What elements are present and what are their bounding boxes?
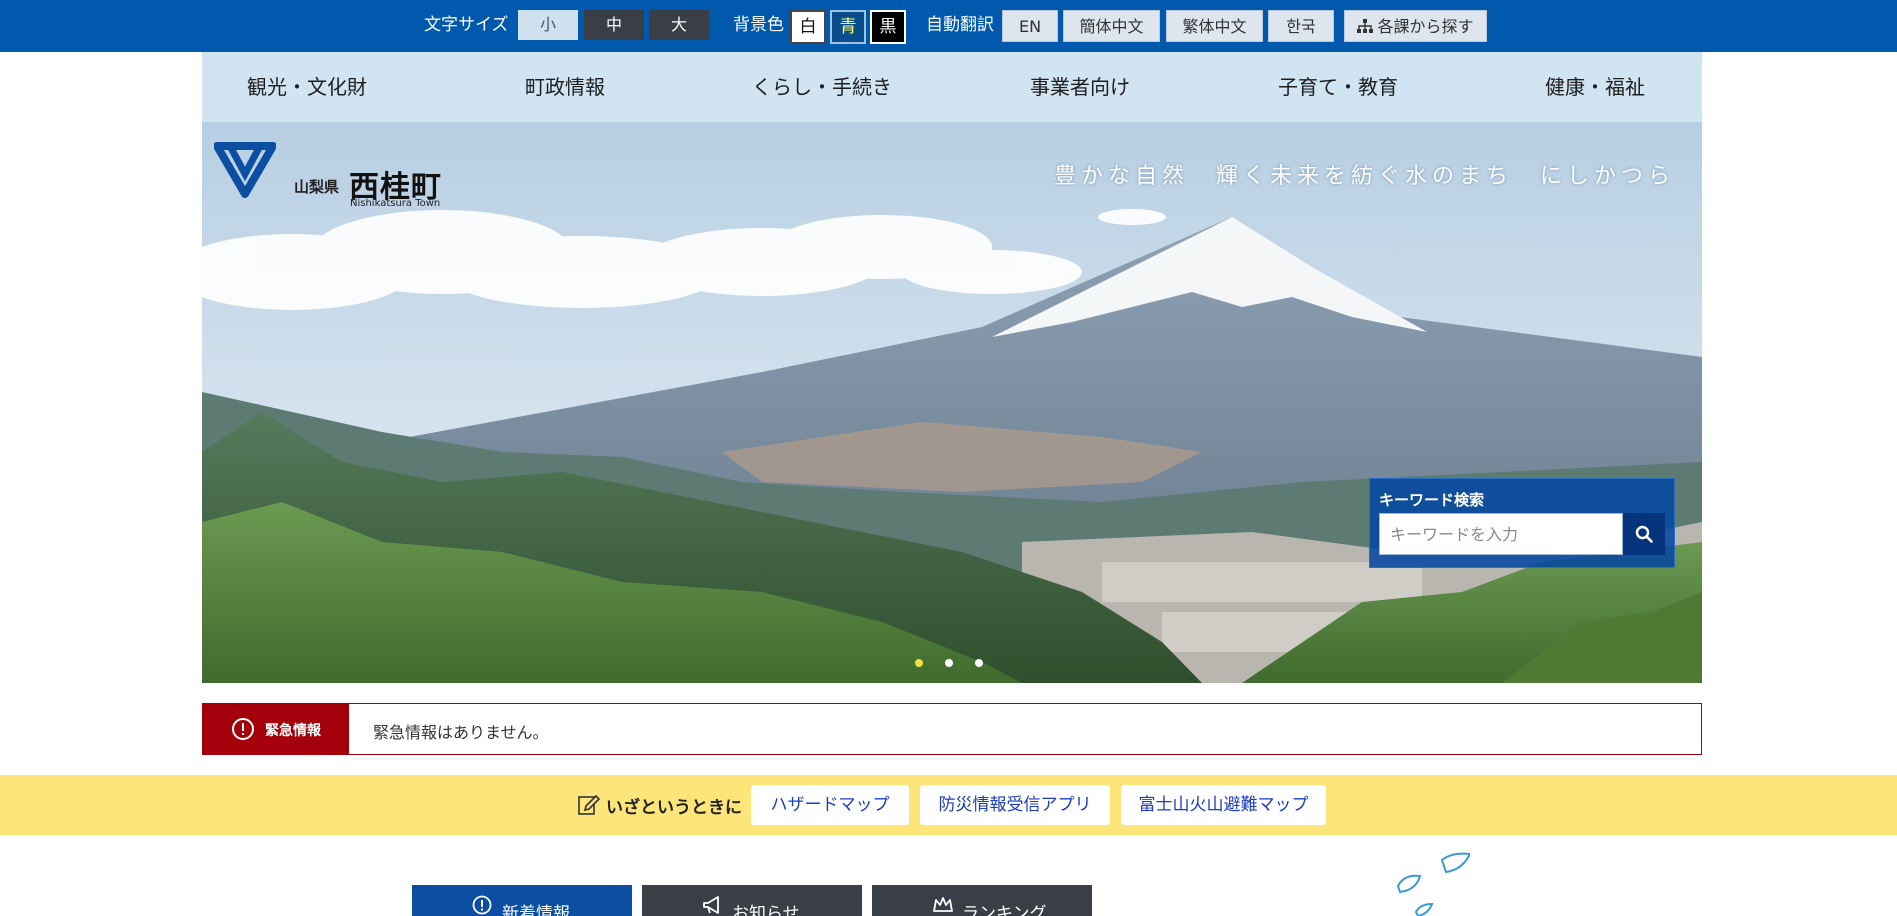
font-size-medium-button[interactable]: 中 — [584, 10, 644, 40]
hero-catchphrase: 豊かな自然 輝く未来を紡ぐ水のまち にしかつら — [1054, 164, 1676, 189]
disaster-lead-text: いざというときに — [606, 798, 742, 818]
emergency-label: 緊急情報 — [265, 723, 321, 739]
background-color-label: 背景色 — [733, 15, 784, 35]
logo-prefecture: 山梨県 — [294, 178, 340, 196]
tab-notices[interactable]: お知らせ — [642, 885, 862, 916]
slide-dot-3[interactable] — [975, 659, 983, 667]
find-by-section-label: 各課から探す — [1377, 17, 1474, 36]
alert-circle-icon — [231, 717, 255, 745]
water-drop-decoration-icon — [1396, 852, 1470, 916]
font-size-label: 文字サイズ — [424, 15, 509, 35]
megaphone-icon — [702, 895, 724, 916]
auto-translate-label: 自動翻訳 — [926, 15, 994, 35]
alert-circle-icon — [472, 895, 492, 916]
tab-label: 新着情報 — [502, 904, 570, 916]
find-by-section-button[interactable]: 各課から探す — [1344, 10, 1487, 42]
translate-korean-button[interactable]: 한국 — [1268, 10, 1334, 42]
hero-slider: 山梨県 西桂町 Nishikatsura Town 豊かな自然 輝く未来を紡ぐ水… — [202, 122, 1702, 683]
keyword-search-panel: キーワード検索 — [1369, 478, 1675, 568]
search-button[interactable] — [1623, 513, 1665, 555]
slide-dot-2[interactable] — [945, 659, 953, 667]
utility-bar: 文字サイズ 小 中 大 背景色 白 青 黒 自動翻訳 EN 簡体中文 繁体中文 … — [0, 0, 1897, 52]
global-nav: 観光・文化財 町政情報 くらし・手続き 事業者向け 子育て・教育 健康・福祉 — [202, 52, 1702, 122]
hazard-map-link[interactable]: ハザードマップ — [751, 785, 909, 825]
emergency-info: 緊急情報 緊急情報はありません。 — [202, 703, 1702, 755]
nav-item-town-administration[interactable]: 町政情報 — [460, 52, 670, 122]
note-edit-icon — [578, 793, 601, 819]
translate-traditional-chinese-button[interactable]: 繁体中文 — [1166, 10, 1263, 42]
tab-label: お知らせ — [732, 904, 800, 916]
disaster-app-link[interactable]: 防災情報受信アプリ — [920, 785, 1110, 825]
slide-pagination — [915, 659, 1005, 671]
emergency-message: 緊急情報はありません。 — [373, 723, 549, 742]
site-logo[interactable]: 山梨県 西桂町 Nishikatsura Town — [213, 140, 444, 209]
tab-label: ランキング — [962, 904, 1047, 916]
background-blue-button[interactable]: 青 — [830, 10, 866, 44]
emergency-label-box: 緊急情報 — [203, 704, 349, 754]
sitemap-icon — [1357, 12, 1374, 44]
fuji-evacuation-map-link[interactable]: 富士山火山避難マップ — [1121, 785, 1326, 825]
disaster-links-bar: いざというときに ハザードマップ 防災情報受信アプリ 富士山火山避難マップ — [0, 775, 1897, 835]
keyword-search-input[interactable] — [1379, 513, 1623, 555]
font-size-small-button[interactable]: 小 — [518, 10, 578, 40]
logo-town-name-en: Nishikatsura Town — [350, 198, 441, 209]
background-black-button[interactable]: 黒 — [870, 10, 906, 44]
tab-new-info[interactable]: 新着情報 — [412, 885, 632, 916]
nav-item-health-welfare[interactable]: 健康・福祉 — [1490, 52, 1700, 122]
slide-dot-1[interactable] — [915, 659, 923, 667]
town-emblem-icon — [213, 140, 277, 202]
translate-en-button[interactable]: EN — [1002, 10, 1058, 42]
nav-item-business[interactable]: 事業者向け — [975, 52, 1185, 122]
crown-icon — [932, 895, 954, 916]
tab-ranking[interactable]: ランキング — [872, 885, 1092, 916]
nav-item-childcare-education[interactable]: 子育て・教育 — [1233, 52, 1443, 122]
translate-simplified-chinese-button[interactable]: 簡体中文 — [1063, 10, 1160, 42]
keyword-search-title: キーワード検索 — [1379, 491, 1485, 509]
font-size-large-button[interactable]: 大 — [649, 10, 709, 40]
search-icon — [1635, 525, 1653, 547]
nav-item-tourism[interactable]: 観光・文化財 — [202, 52, 412, 122]
nav-item-living-procedures[interactable]: くらし・手続き — [717, 52, 927, 122]
background-white-button[interactable]: 白 — [790, 10, 826, 44]
